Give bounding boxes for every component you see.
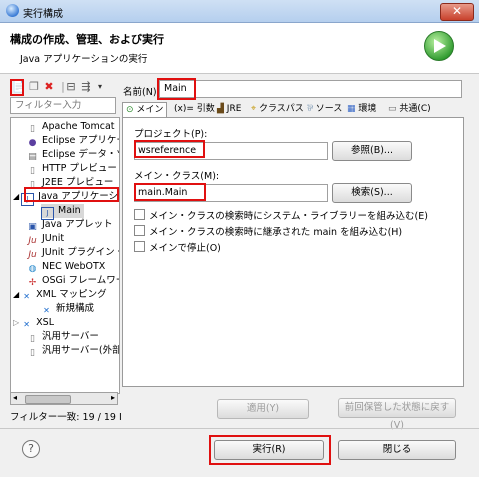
tree-horizontal-scrollbar[interactable]: ◂ ▸	[10, 392, 118, 405]
stop-in-main-checkbox[interactable]: メインで停止(O)	[134, 240, 221, 254]
close-button[interactable]: 閉じる	[338, 440, 456, 460]
name-input[interactable]: Main	[159, 80, 462, 98]
tab-jre[interactable]: ▟ JRE	[217, 102, 241, 118]
config-toolbar: 📄 ❐ ✖ | ⊟ ⇶ ▾	[10, 80, 118, 96]
classpath-icon: ⌖	[251, 104, 259, 114]
filter-status: フィルター一致: 19 / 19 I	[10, 412, 122, 423]
search-button[interactable]: 検索(S)...	[332, 183, 412, 203]
highlight-new-config	[10, 79, 24, 96]
tree-item-eclipse-data[interactable]: ▤ Eclipse データ・ツ	[27, 148, 119, 162]
config-tabbar: ⊙ メイン (x)= 引数 ▟ JRE ⌖ クラスパス ⅌ ソース ▦ 環境 ▭…	[122, 102, 462, 119]
filter-input[interactable]	[10, 97, 116, 114]
main-class-label: メイン・クラス(M):	[134, 171, 220, 182]
apply-button[interactable]: 適用(Y)	[217, 399, 309, 419]
tree-item-junit-plugin[interactable]: Ju JUnit プラグイン・	[27, 246, 119, 260]
tree-item-apache-tomcat[interactable]: ▯ Apache Tomcat	[27, 120, 114, 134]
delete-icon[interactable]: ✖	[43, 81, 55, 93]
tab-classpath[interactable]: ⌖ クラスパス	[251, 102, 304, 118]
highlight-java-application	[24, 187, 119, 202]
tree-item-java-applet[interactable]: ▣ Java アプレット	[27, 218, 112, 232]
dialog-heading: 構成の作成、管理、および実行	[10, 33, 164, 46]
filter-icon[interactable]: ⇶	[80, 81, 92, 93]
tab-source[interactable]: ⅌ ソース	[307, 102, 342, 118]
tree-item-generic-server[interactable]: ▯ 汎用サーバー	[27, 330, 99, 344]
checkbox-box[interactable]	[134, 209, 145, 220]
include-system-libs-checkbox[interactable]: メイン・クラスの検索時にシステム・ライブラリーを組み込む(E)	[134, 208, 428, 222]
tree-item-new-config[interactable]: ✕ 新規構成	[41, 302, 94, 316]
collapse-arrow-icon[interactable]: ▷	[13, 318, 19, 327]
checkbox-box[interactable]	[134, 225, 145, 236]
tree-item-xml-mapping[interactable]: ◢ ✕ XML マッピング	[13, 288, 107, 302]
title-bar: 実行構成 ✕	[0, 0, 479, 23]
name-label: 名前(N):	[123, 87, 160, 98]
xml-icon: ✕	[23, 292, 30, 301]
tab-environment[interactable]: ▦ 環境	[347, 102, 376, 118]
help-icon[interactable]: ?	[22, 440, 40, 458]
tab-common[interactable]: ▭ 共通(C)	[388, 102, 431, 118]
window-title: 実行構成	[23, 9, 63, 20]
tree-item-http-preview[interactable]: ▯ HTTP プレビュー	[27, 162, 117, 176]
scroll-right-icon[interactable]: ▸	[111, 393, 115, 402]
collapse-all-icon[interactable]: ⊟	[65, 81, 77, 93]
dialog-subtitle: Java アプリケーションの実行	[20, 54, 148, 65]
view-menu-icon[interactable]: ▾	[94, 81, 106, 93]
tree-item-generic-server-external[interactable]: ▯ 汎用サーバー(外部	[27, 344, 119, 358]
common-icon: ▭	[388, 104, 400, 114]
tree-item-xsl[interactable]: ▷ ✕ XSL	[13, 316, 54, 330]
expand-arrow-icon[interactable]: ◢	[13, 290, 19, 299]
tree-item-eclipse-app[interactable]: ● Eclipse アプリケー	[27, 134, 119, 148]
checkbox-box[interactable]	[134, 241, 145, 252]
highlight-main-class	[134, 183, 206, 201]
source-icon: ⅌	[307, 104, 316, 114]
revert-button[interactable]: 前回保管した状態に戻す(V)	[338, 398, 456, 431]
jre-icon: ▟	[217, 104, 227, 114]
expand-arrow-icon[interactable]: ◢	[13, 192, 19, 201]
tree-item-osgi[interactable]: ✢ OSGi フレームワー	[27, 274, 119, 288]
include-inherited-main-checkbox[interactable]: メイン・クラスの検索時に継承された main を組み込む(H)	[134, 224, 402, 238]
tab-arguments[interactable]: (x)= 引数	[174, 102, 215, 118]
app-icon	[6, 4, 19, 17]
tree-item-main[interactable]: J Main	[41, 204, 84, 220]
browse-button[interactable]: 参照(B)...	[332, 141, 412, 161]
xsl-icon: ✕	[23, 320, 30, 329]
xml-icon: ✕	[43, 306, 50, 315]
doc-icon: ▯	[30, 348, 35, 358]
scroll-left-icon[interactable]: ◂	[13, 393, 17, 402]
config-tree[interactable]: ▯ Apache Tomcat ● Eclipse アプリケー ▤ Eclipse デ…	[10, 117, 120, 394]
main-tab-icon: ⊙	[126, 105, 137, 115]
tree-item-junit[interactable]: Ju JUnit	[27, 232, 64, 246]
highlight-run	[209, 435, 331, 465]
tree-item-nec-webotx[interactable]: ◍ NEC WebOTX	[27, 260, 106, 274]
scroll-thumb[interactable]	[25, 395, 71, 404]
highlight-project	[134, 140, 205, 158]
duplicate-icon[interactable]: ❐	[28, 81, 40, 93]
dialog-header: 構成の作成、管理、および実行 Java アプリケーションの実行	[0, 23, 479, 74]
environment-icon: ▦	[347, 104, 359, 114]
run-banner-icon	[424, 31, 454, 61]
project-label: プロジェクト(P):	[134, 129, 208, 140]
footer-separator	[0, 428, 479, 429]
close-window-button[interactable]: ✕	[440, 3, 474, 21]
highlight-name	[157, 78, 196, 100]
